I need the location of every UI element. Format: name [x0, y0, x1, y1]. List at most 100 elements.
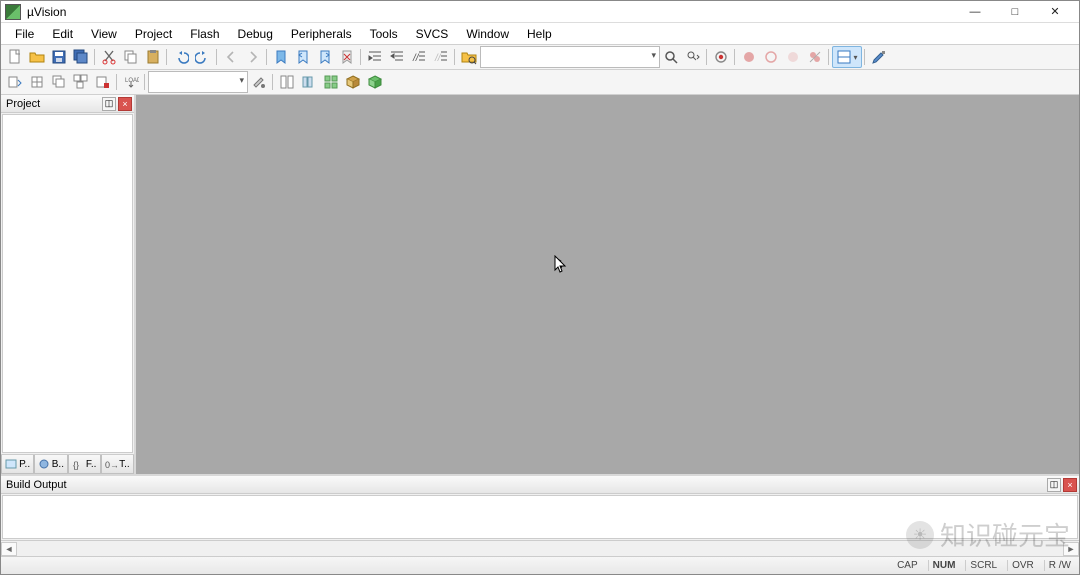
download-button[interactable]: LOAD: [120, 71, 142, 93]
window-title: µVision: [27, 5, 66, 19]
svg-text://: //: [434, 53, 442, 64]
menu-view[interactable]: View: [83, 25, 125, 43]
menu-window[interactable]: Window: [458, 25, 517, 43]
menu-tools[interactable]: Tools: [362, 25, 406, 43]
svg-text:{}: {}: [73, 460, 79, 470]
new-file-button[interactable]: [4, 46, 26, 68]
build-output-panel: Build Output ◫ × ◄ ►: [1, 474, 1079, 556]
project-panel-header: Project ◫ ×: [1, 95, 134, 113]
maximize-button[interactable]: □: [995, 2, 1035, 22]
outdent-button[interactable]: [386, 46, 408, 68]
menu-peripherals[interactable]: Peripherals: [283, 25, 360, 43]
build-output-close-button[interactable]: ×: [1063, 478, 1077, 492]
build-output-header: Build Output ◫ ×: [1, 476, 1079, 494]
minimize-button[interactable]: —: [955, 2, 995, 22]
find-next-button[interactable]: [682, 46, 704, 68]
project-tree[interactable]: [2, 114, 133, 453]
bookmark-toggle-button[interactable]: [270, 46, 292, 68]
svg-text:LOAD: LOAD: [125, 78, 139, 84]
toolbar-build: LOAD: [1, 70, 1079, 95]
bookmark-next-button[interactable]: [314, 46, 336, 68]
workspace: Project ◫ × P.. B.. {} F.. 0→T.. ⭥: [1, 95, 1079, 474]
statusbar: CAP NUM SCRL OVR R /W: [1, 556, 1079, 574]
close-button[interactable]: ✕: [1035, 2, 1075, 22]
find-in-files-button[interactable]: [458, 46, 480, 68]
configure-button[interactable]: [868, 46, 890, 68]
stop-build-button[interactable]: [92, 71, 114, 93]
menu-help[interactable]: Help: [519, 25, 560, 43]
status-num: NUM: [928, 560, 960, 571]
tab-functions[interactable]: {} F..: [68, 455, 101, 474]
scroll-left-button[interactable]: ◄: [1, 542, 17, 556]
tab-books[interactable]: B..: [34, 455, 67, 474]
menu-debug[interactable]: Debug: [230, 25, 281, 43]
uncomment-button[interactable]: //: [430, 46, 452, 68]
editor-area[interactable]: ⭥: [136, 95, 1079, 474]
build-output-pin-button[interactable]: ◫: [1047, 478, 1061, 492]
undo-button[interactable]: [170, 46, 192, 68]
status-cap: CAP: [893, 560, 922, 571]
find-button[interactable]: [660, 46, 682, 68]
project-panel-pin-button[interactable]: ◫: [102, 97, 116, 111]
tab-templates[interactable]: 0→T..: [101, 455, 134, 474]
breakpoint-killall-button[interactable]: [804, 46, 826, 68]
breakpoint-insert-button[interactable]: [738, 46, 760, 68]
tab-project-label: P..: [19, 459, 30, 470]
menu-flash[interactable]: Flash: [182, 25, 227, 43]
status-scrl: SCRL: [965, 560, 1001, 571]
tab-project[interactable]: P..: [1, 455, 34, 474]
nav-back-button[interactable]: [220, 46, 242, 68]
indent-button[interactable]: [364, 46, 386, 68]
batch-build-button[interactable]: [70, 71, 92, 93]
tab-books-label: B..: [52, 459, 64, 470]
build-button[interactable]: [26, 71, 48, 93]
project-panel-tabs: P.. B.. {} F.. 0→T..: [1, 454, 134, 474]
build-output-title: Build Output: [6, 479, 1045, 491]
nav-forward-button[interactable]: [242, 46, 264, 68]
save-button[interactable]: [48, 46, 70, 68]
status-rw: R /W: [1044, 560, 1075, 571]
tab-functions-label: F..: [86, 459, 97, 470]
copy-button[interactable]: [120, 46, 142, 68]
menu-project[interactable]: Project: [127, 25, 180, 43]
target-combo[interactable]: [148, 71, 248, 93]
redo-button[interactable]: [192, 46, 214, 68]
target-options-button[interactable]: [248, 71, 270, 93]
paste-button[interactable]: [142, 46, 164, 68]
bookmark-prev-button[interactable]: [292, 46, 314, 68]
status-ovr: OVR: [1007, 560, 1038, 571]
save-all-button[interactable]: [70, 46, 92, 68]
build-output-text[interactable]: [2, 495, 1078, 539]
manage-components-button[interactable]: [320, 71, 342, 93]
tab-templates-label: T..: [119, 459, 130, 470]
select-packs-button[interactable]: [342, 71, 364, 93]
toolbar-main: // // ▾: [1, 45, 1079, 70]
bookmark-clear-button[interactable]: [336, 46, 358, 68]
app-icon: [5, 4, 21, 20]
find-combo[interactable]: [480, 46, 660, 68]
mouse-cursor-icon: [554, 255, 568, 273]
project-panel: Project ◫ × P.. B.. {} F.. 0→T..: [1, 95, 136, 474]
rebuild-button[interactable]: [48, 71, 70, 93]
svg-text://: //: [412, 53, 420, 64]
scroll-right-button[interactable]: ►: [1063, 542, 1079, 556]
open-file-button[interactable]: [26, 46, 48, 68]
breakpoint-disable-button[interactable]: [782, 46, 804, 68]
window-split-button[interactable]: ▾: [832, 46, 862, 68]
build-output-scrollbar[interactable]: ◄ ►: [1, 540, 1079, 556]
translate-button[interactable]: [4, 71, 26, 93]
cut-button[interactable]: [98, 46, 120, 68]
breakpoint-enable-button[interactable]: [760, 46, 782, 68]
comment-button[interactable]: //: [408, 46, 430, 68]
manage-books-button[interactable]: [298, 71, 320, 93]
titlebar: µVision — □ ✕: [1, 1, 1079, 23]
file-extensions-button[interactable]: [276, 71, 298, 93]
menu-file[interactable]: File: [7, 25, 42, 43]
debug-button[interactable]: [710, 46, 732, 68]
menubar: File Edit View Project Flash Debug Perip…: [1, 23, 1079, 45]
menu-edit[interactable]: Edit: [44, 25, 81, 43]
project-panel-close-button[interactable]: ×: [118, 97, 132, 111]
install-packs-button[interactable]: [364, 71, 386, 93]
project-panel-title: Project: [6, 98, 100, 110]
menu-svcs[interactable]: SVCS: [408, 25, 457, 43]
